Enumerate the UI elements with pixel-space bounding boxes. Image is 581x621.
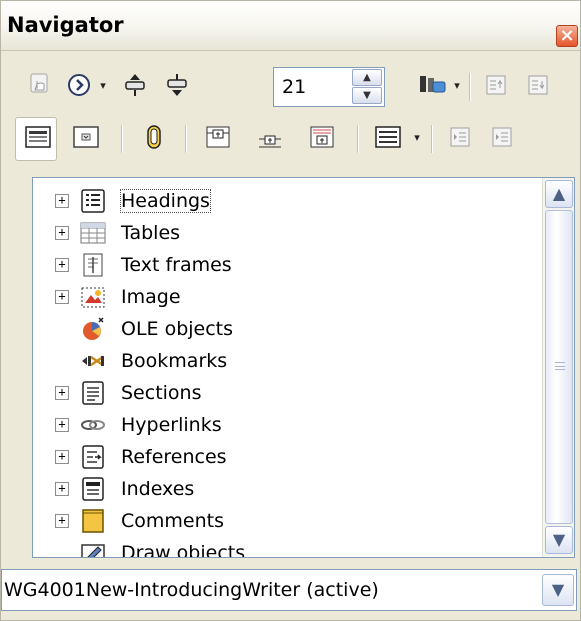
tree-item-headings[interactable]: + Headings — [33, 185, 538, 217]
reference-icon — [80, 444, 106, 470]
tree-item-label[interactable]: Comments — [121, 510, 224, 532]
tree-item-indexes[interactable]: + Indexes — [33, 473, 538, 505]
drag-mode-icon[interactable] — [415, 65, 449, 105]
toolbar-separator — [469, 73, 470, 101]
tree-item-sections[interactable]: + Sections — [33, 377, 538, 409]
scroll-thumb[interactable] — [545, 210, 573, 524]
list-box-dropdown-arrow[interactable]: ▾ — [411, 117, 423, 157]
expand-references-button[interactable]: + — [55, 450, 69, 464]
tree-item-label[interactable]: Headings — [120, 189, 211, 213]
promote-level-icon[interactable] — [445, 117, 475, 157]
index-icon — [80, 476, 106, 502]
stepper-buttons: ▲ ▼ — [352, 69, 382, 105]
demote-chapter-icon[interactable] — [523, 65, 553, 105]
table-icon — [80, 220, 106, 246]
toolbar-separator — [185, 125, 186, 153]
list-box-icon[interactable] — [373, 117, 403, 157]
expand-indexes-button[interactable]: + — [55, 482, 69, 496]
toolbar-row-1: ▾ 21 ▲ ▼ ▾ — [17, 65, 577, 113]
next-page-icon[interactable] — [163, 65, 191, 105]
bookmark-icon — [80, 348, 106, 374]
scroll-down-button[interactable]: ▼ — [545, 526, 573, 554]
tree-item-label[interactable]: OLE objects — [121, 318, 233, 340]
scroll-up-button[interactable]: ▲ — [545, 180, 573, 208]
navigator-window: Navigator × ▾ 21 ▲ ▼ ▾ ▾ + Headings + Ta… — [0, 0, 581, 621]
toolbar-row-2: ▾ — [17, 117, 577, 165]
tree-item-label[interactable]: Image — [121, 286, 181, 308]
navigation-icon[interactable] — [65, 65, 93, 105]
close-button[interactable]: × — [556, 25, 578, 47]
expand-text-frames-button[interactable]: + — [55, 258, 69, 272]
tree-item-label[interactable]: References — [121, 446, 227, 468]
toggle-icon[interactable] — [25, 65, 57, 105]
tree-item-text-frames[interactable]: + Text frames — [33, 249, 538, 281]
tree-item-hyperlinks[interactable]: + Hyperlinks — [33, 409, 538, 441]
content-tree: + Headings + Tables + Text frames + Imag… — [32, 177, 575, 558]
document-select-dropdown-button[interactable]: ▼ — [542, 574, 574, 606]
footer-icon[interactable] — [255, 117, 285, 157]
image-icon — [80, 284, 106, 310]
tree-item-image[interactable]: + Image — [33, 281, 538, 313]
section-icon — [80, 380, 106, 406]
drag-mode-dropdown-arrow[interactable]: ▾ — [451, 65, 463, 105]
tree-vertical-scrollbar[interactable]: ▲ ▼ — [542, 178, 574, 557]
document-select[interactable]: WG4001New-IntroducingWriter (active) ▼ — [1, 569, 577, 611]
headings-icon — [80, 188, 106, 214]
expand-headings-button[interactable]: + — [55, 194, 69, 208]
tree-item-comments[interactable]: + Comments — [33, 505, 538, 537]
text-frame-icon — [80, 252, 106, 278]
tree-item-label[interactable]: Bookmarks — [121, 350, 227, 372]
expand-tables-button[interactable]: + — [55, 226, 69, 240]
scroll-grip — [555, 362, 565, 370]
tree-item-ole-objects[interactable]: OLE objects — [33, 313, 538, 345]
navigation-dropdown-arrow[interactable]: ▾ — [97, 65, 109, 105]
previous-page-icon[interactable] — [121, 65, 149, 105]
tree-item-bookmarks[interactable]: Bookmarks — [33, 345, 538, 377]
tree-item-label[interactable]: Tables — [121, 222, 180, 244]
tree-item-references[interactable]: + References — [33, 441, 538, 473]
draw-object-icon — [80, 540, 106, 557]
document-select-value[interactable]: WG4001New-IntroducingWriter (active) — [4, 579, 379, 601]
tree-item-label[interactable]: Indexes — [121, 478, 194, 500]
set-reminder-icon[interactable] — [71, 117, 101, 157]
toolbar-separator — [121, 125, 122, 153]
page-number-stepper[interactable]: 21 ▲ ▼ — [273, 67, 385, 107]
tree-item-label[interactable]: Draw objects — [121, 542, 245, 557]
header-icon[interactable] — [203, 117, 233, 157]
content-view-icon[interactable] — [23, 117, 53, 157]
window-title: Navigator — [7, 13, 124, 37]
tree-item-draw-objects[interactable]: Draw objects — [33, 537, 538, 557]
ole-object-icon — [80, 316, 106, 342]
attachment-icon[interactable] — [141, 117, 167, 157]
tree-item-tables[interactable]: + Tables — [33, 217, 538, 249]
toolbar-separator — [431, 125, 432, 153]
comment-icon — [80, 508, 106, 534]
expand-sections-button[interactable]: + — [55, 386, 69, 400]
expand-comments-button[interactable]: + — [55, 514, 69, 528]
stepper-down-button[interactable]: ▼ — [352, 87, 382, 104]
tree-item-label[interactable]: Text frames — [121, 254, 232, 276]
expand-hyperlinks-button[interactable]: + — [55, 418, 69, 432]
title-bar: Navigator × — [1, 1, 580, 51]
page-number-value[interactable]: 21 — [282, 76, 306, 98]
anchor-text-icon[interactable] — [307, 117, 337, 157]
stepper-up-button[interactable]: ▲ — [352, 69, 382, 86]
expand-image-button[interactable]: + — [55, 290, 69, 304]
demote-level-icon[interactable] — [487, 117, 517, 157]
tree-item-label[interactable]: Sections — [121, 382, 202, 404]
toolbar-separator — [357, 125, 358, 153]
promote-chapter-icon[interactable] — [481, 65, 511, 105]
tree-item-label[interactable]: Hyperlinks — [121, 414, 222, 436]
hyperlink-icon — [80, 412, 106, 438]
